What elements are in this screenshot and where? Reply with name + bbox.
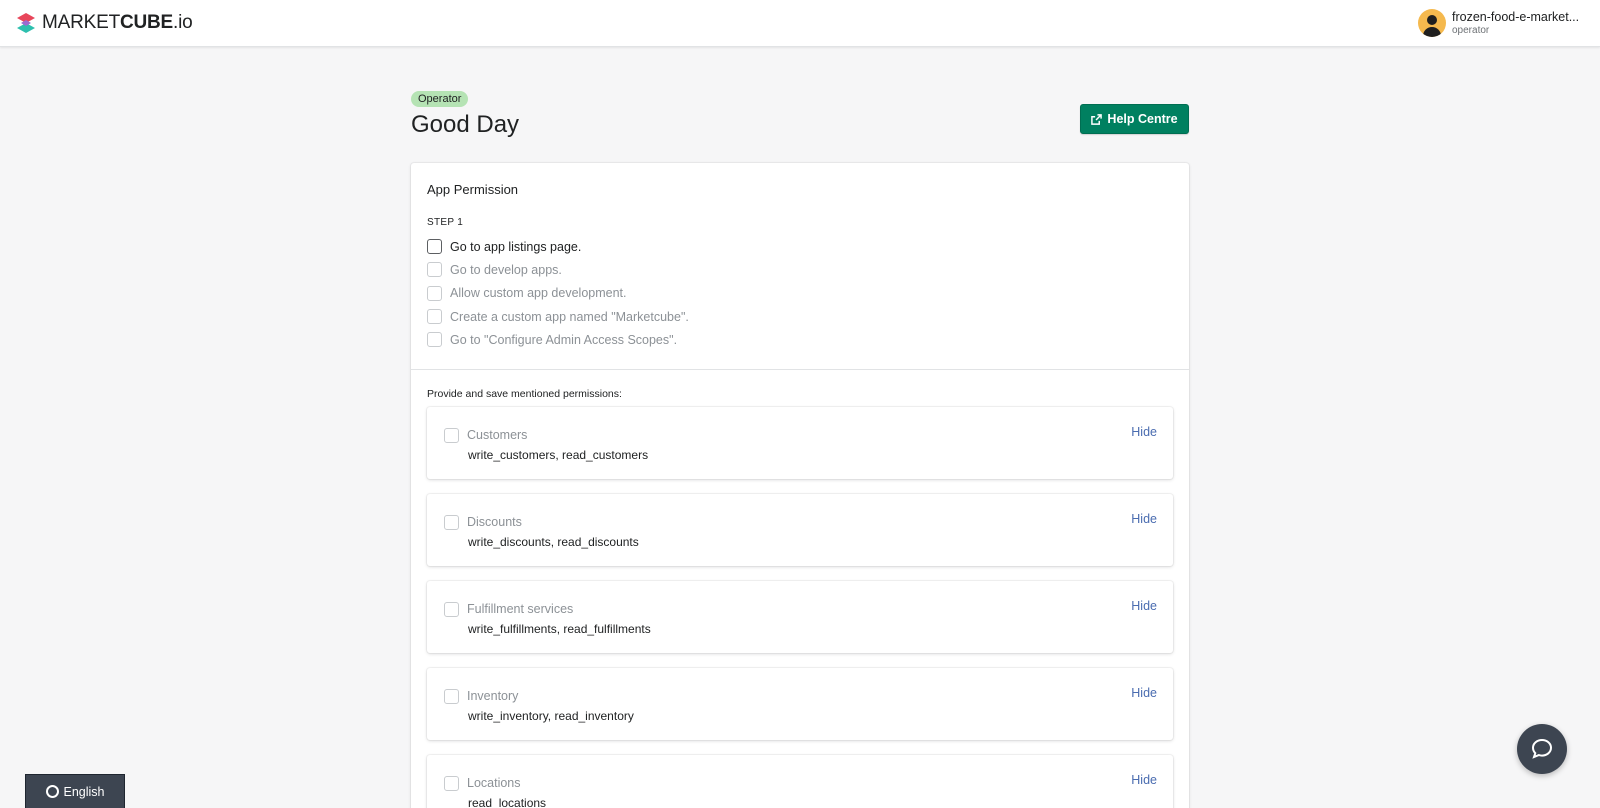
chat-bubble-icon [1531, 738, 1553, 759]
hide-link[interactable]: Hide [1131, 425, 1157, 439]
language-button[interactable]: English [25, 774, 125, 808]
step-checkbox[interactable] [427, 239, 442, 255]
step-item: Go to develop apps. [427, 258, 689, 281]
permission-name: Customers [467, 428, 528, 442]
step-label-text: Create a custom app named "Marketcube". [450, 309, 689, 324]
permission-scopes: write_customers, read_customers [468, 448, 649, 462]
page-title: Good Day [411, 111, 520, 138]
step-label: STEP 1 [427, 217, 464, 228]
permission-item-inventory: Inventory write_inventory, read_inventor… [427, 668, 1173, 740]
permission-name: Discounts [467, 515, 522, 529]
user-name: frozen-food-e-market... [1452, 10, 1580, 24]
permission-checkbox [444, 428, 459, 443]
hide-link[interactable]: Hide [1131, 512, 1157, 526]
permission-scopes: write_fulfillments, read_fulfillments [468, 622, 651, 636]
permission-item-fulfillment: Fulfillment services write_fulfillments,… [427, 581, 1173, 653]
step-label-text: Allow custom app development. [450, 286, 627, 301]
role-badge: Operator [411, 91, 469, 107]
help-centre-button[interactable]: Help Centre [1080, 104, 1189, 134]
step-item: Allow custom app development. [427, 282, 689, 305]
chat-button[interactable] [1517, 724, 1567, 774]
step-checkbox [427, 332, 442, 348]
step-checkbox [427, 262, 442, 278]
step-label-text: Go to "Configure Admin Access Scopes". [450, 332, 678, 347]
step-item[interactable]: Go to app listings page. [427, 235, 689, 258]
step-list: Go to app listings page. Go to develop a… [427, 235, 689, 351]
step-checkbox [427, 285, 442, 301]
permission-checkbox [444, 602, 459, 617]
permissions-intro: Provide and save mentioned permissions: [427, 388, 622, 400]
permission-checkbox [444, 689, 459, 704]
external-link-icon [1091, 113, 1103, 125]
user-role: operator [1452, 25, 1490, 36]
permission-item-discounts: Discounts write_discounts, read_discount… [427, 494, 1173, 566]
permission-name: Fulfillment services [467, 602, 574, 616]
marketcube-logo-icon [17, 13, 35, 33]
hide-link[interactable]: Hide [1131, 599, 1157, 613]
step-item: Create a custom app named "Marketcube". [427, 305, 689, 328]
user-menu[interactable]: frozen-food-e-market... operator [1418, 9, 1584, 37]
permission-item-locations: Locations read_locations Hide [427, 755, 1173, 808]
globe-ring-icon [45, 785, 59, 798]
marketcube-logo[interactable]: MARKETCUBE.io [16, 12, 193, 34]
card-title: App Permission [427, 182, 519, 197]
permission-name: Inventory [467, 689, 519, 703]
permission-checkbox [444, 515, 459, 530]
permission-scopes: read_locations [468, 796, 547, 808]
permission-scopes: write_inventory, read_inventory [468, 709, 634, 723]
hide-link[interactable]: Hide [1131, 773, 1157, 787]
help-centre-label: Help Centre [1107, 112, 1178, 126]
hide-link[interactable]: Hide [1131, 686, 1157, 700]
permission-item-customers: Customers write_customers, read_customer… [427, 407, 1173, 479]
logo-text: MARKETCUBE.io [42, 12, 193, 33]
page-header: Operator Good Day Help Centre [411, 89, 1189, 139]
permission-checkbox [444, 776, 459, 791]
step-label-text: Go to develop apps. [450, 262, 562, 277]
step-item: Go to "Configure Admin Access Scopes". [427, 328, 689, 351]
permission-name: Locations [467, 776, 521, 790]
step-label-text: Go to app listings page. [450, 239, 582, 254]
user-info: frozen-food-e-market... operator [1452, 10, 1584, 36]
card-divider [411, 369, 1189, 370]
top-bar: MARKETCUBE.io frozen-food-e-market... op… [0, 0, 1600, 47]
user-avatar-icon [1418, 9, 1446, 37]
language-label: English [63, 784, 105, 799]
step-checkbox [427, 309, 442, 325]
app-permission-card: App Permission STEP 1 Go to app listings… [411, 163, 1189, 808]
permission-scopes: write_discounts, read_discounts [468, 535, 639, 549]
